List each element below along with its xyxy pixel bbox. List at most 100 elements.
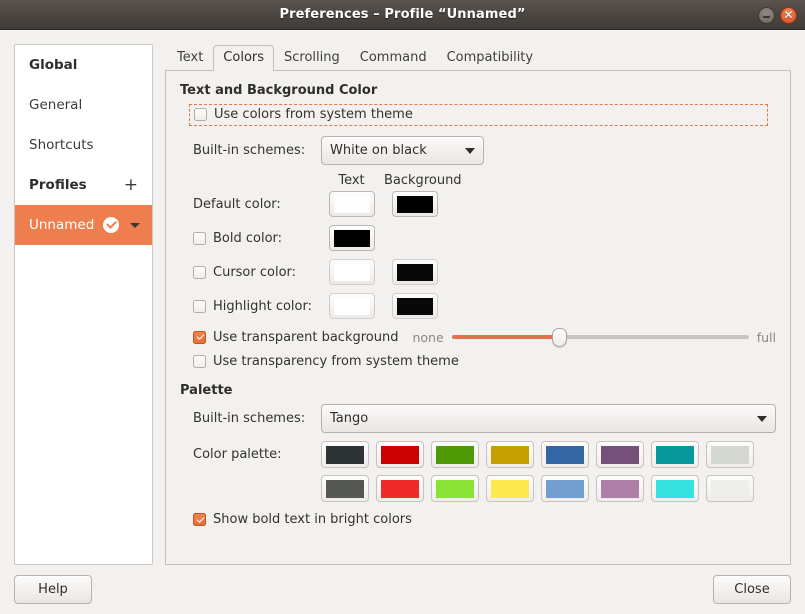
window-controls: ✕ (758, 0, 797, 30)
cursor-color-checkbox[interactable]: Cursor color: (193, 265, 321, 280)
palette-swatch-8[interactable] (321, 475, 369, 502)
tab-colors[interactable]: Colors (213, 45, 274, 71)
bold-color-label: Bold color: (213, 231, 282, 246)
default-profile-check-icon (103, 217, 119, 233)
palette-swatch-12[interactable] (541, 475, 589, 502)
palette-swatch-1[interactable] (376, 441, 424, 468)
window-titlebar: Preferences – Profile “Unnamed” ✕ (0, 0, 805, 30)
use-colors-from-system-theme-checkbox[interactable]: Use colors from system theme (194, 107, 763, 122)
highlight-color-row: Highlight color: (180, 293, 776, 319)
sidebar-item-label: Shortcuts (29, 137, 94, 153)
checkbox-icon (193, 331, 206, 344)
color-chip (546, 480, 584, 498)
cursor-color-label: Cursor color: (213, 265, 296, 280)
color-palette-row: Color palette: (180, 441, 776, 502)
window-title: Preferences – Profile “Unnamed” (280, 7, 526, 22)
builtin-schemes-row: Built-in schemes: White on black (180, 136, 776, 165)
chevron-down-icon (465, 148, 475, 154)
preferences-window: Preferences – Profile “Unnamed” ✕ Global… (0, 0, 805, 614)
palette-swatch-3[interactable] (486, 441, 534, 468)
help-button[interactable]: Help (14, 575, 92, 604)
checkbox-label: Use transparent background (213, 330, 398, 345)
palette-swatch-6[interactable] (651, 441, 699, 468)
cursor-text-color-button[interactable] (329, 259, 375, 285)
text-column-header: Text (321, 173, 382, 188)
show-bold-bright-row: Show bold text in bright colors (180, 512, 776, 527)
sidebar-item-shortcuts[interactable]: Shortcuts (15, 125, 152, 165)
palette-swatch-0[interactable] (321, 441, 369, 468)
close-window-button[interactable]: ✕ (780, 7, 797, 24)
bold-text-color-button[interactable] (329, 225, 375, 251)
palette-swatch-9[interactable] (376, 475, 424, 502)
slider-empty-track (559, 335, 749, 339)
palette-swatch-4[interactable] (541, 441, 589, 468)
sidebar-section-profiles: Profiles + (15, 165, 152, 205)
background-column-header: Background (384, 173, 445, 188)
slider-filled-track (452, 335, 559, 339)
palette-heading: Palette (180, 383, 776, 398)
color-chip (601, 446, 639, 464)
cursor-background-color-button[interactable] (392, 259, 438, 285)
palette-swatch-15[interactable] (706, 475, 754, 502)
default-text-color-button[interactable] (329, 191, 375, 217)
sidebar-item-unnamed-profile[interactable]: Unnamed (15, 205, 152, 245)
highlight-text-color-button[interactable] (329, 293, 375, 319)
use-transparency-from-system-theme-checkbox[interactable]: Use transparency from system theme (193, 354, 776, 369)
palette-swatch-11[interactable] (486, 475, 534, 502)
tab-command[interactable]: Command (350, 45, 437, 71)
checkbox-label: Show bold text in bright colors (213, 512, 412, 527)
use-transparent-background-checkbox[interactable]: Use transparent background (193, 330, 398, 345)
palette-swatch-10[interactable] (431, 475, 479, 502)
color-chip (601, 480, 639, 498)
tab-text[interactable]: Text (167, 45, 213, 71)
palette-schemes-row: Built-in schemes: Tango (180, 404, 776, 433)
color-chip (656, 446, 694, 464)
close-button[interactable]: Close (713, 575, 791, 604)
color-chip (334, 264, 370, 281)
sidebar-item-label: Profiles (29, 177, 87, 193)
profile-menu-chevron-down-icon[interactable] (130, 223, 140, 228)
tab-compatibility[interactable]: Compatibility (437, 45, 544, 71)
default-color-label: Default color: (193, 197, 321, 212)
sidebar-item-global[interactable]: Global (15, 45, 152, 85)
builtin-schemes-select[interactable]: White on black (321, 136, 484, 165)
palette-swatch-2[interactable] (431, 441, 479, 468)
slider-max-label: full (757, 330, 776, 345)
color-chip (711, 446, 749, 464)
tab-scrolling[interactable]: Scrolling (274, 45, 350, 71)
transparency-slider[interactable] (452, 328, 749, 346)
text-and-background-heading: Text and Background Color (180, 83, 776, 98)
bold-color-row: Bold color: (180, 225, 776, 251)
color-chip (334, 230, 370, 247)
add-profile-icon[interactable]: + (124, 177, 138, 194)
show-bold-text-in-bright-colors-checkbox[interactable]: Show bold text in bright colors (193, 512, 776, 527)
transparency-system-row: Use transparency from system theme (180, 354, 776, 369)
default-background-color-button[interactable] (392, 191, 438, 217)
highlight-color-checkbox[interactable]: Highlight color: (193, 299, 321, 314)
slider-thumb[interactable] (552, 328, 567, 347)
highlight-color-label: Highlight color: (213, 299, 312, 314)
checkbox-icon (194, 108, 207, 121)
color-chip (334, 298, 370, 315)
highlight-background-color-button[interactable] (392, 293, 438, 319)
color-chip (381, 480, 419, 498)
window-body: Global General Shortcuts Profiles + Unna… (0, 30, 805, 565)
color-chip (397, 298, 433, 315)
checkbox-icon (193, 355, 206, 368)
preferences-panel: Text Colors Scrolling Command Compatibil… (165, 44, 791, 565)
sidebar-item-label: Unnamed (29, 217, 94, 233)
palette-swatch-5[interactable] (596, 441, 644, 468)
sidebar-item-general[interactable]: General (15, 85, 152, 125)
palette-swatch-7[interactable] (706, 441, 754, 468)
color-chip (711, 480, 749, 498)
palette-swatch-14[interactable] (651, 475, 699, 502)
builtin-schemes-label: Built-in schemes: (193, 143, 321, 158)
color-palette-grid (321, 441, 754, 502)
minimize-button[interactable] (758, 7, 775, 24)
colors-tab-page: Text and Background Color Use colors fro… (165, 71, 791, 565)
sidebar-item-label: Global (29, 57, 77, 73)
bold-color-checkbox[interactable]: Bold color: (193, 231, 321, 246)
checkbox-label: Use colors from system theme (214, 107, 413, 122)
palette-schemes-select[interactable]: Tango (321, 404, 776, 433)
palette-swatch-13[interactable] (596, 475, 644, 502)
